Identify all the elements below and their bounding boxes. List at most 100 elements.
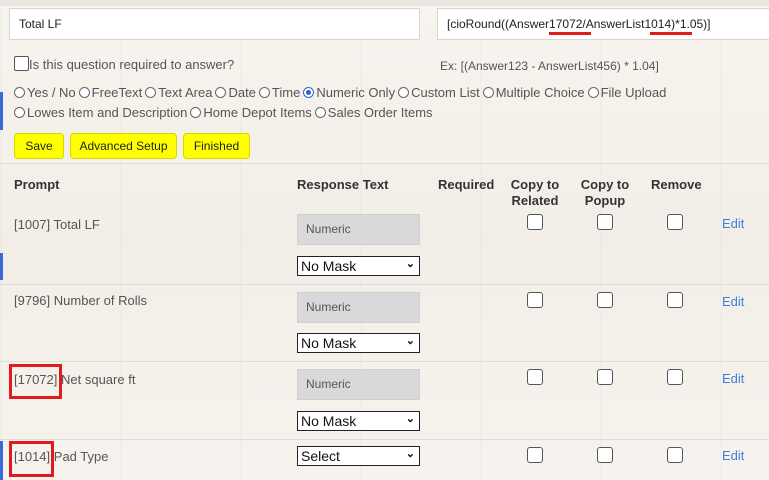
row-marker-bar [0, 253, 3, 280]
remove-checkbox[interactable] [667, 214, 683, 230]
divider [0, 163, 769, 164]
answer-type-option[interactable]: Numeric Only [303, 85, 395, 100]
copy-to-related-checkbox[interactable] [527, 447, 543, 463]
response-text-field[interactable]: Numeric [297, 369, 420, 400]
annotation-box-1014 [9, 441, 54, 477]
pad-type-select[interactable]: Select ⌄ [297, 446, 420, 466]
answer-type-label: Time [271, 85, 301, 100]
response-text-field[interactable]: Numeric [297, 292, 420, 323]
answer-type-label: Home Depot Items [203, 105, 312, 120]
question-editor: Total LF [cioRound((Answer17072/AnswerLi… [0, 0, 769, 480]
header-required: Required [438, 177, 495, 192]
copy-to-popup-checkbox[interactable] [597, 292, 613, 308]
radio-icon[interactable] [303, 87, 315, 98]
formula-part-5: *1.05)] [675, 17, 711, 31]
remove-checkbox[interactable] [667, 369, 683, 385]
annotation-underline-answer-id [549, 32, 591, 35]
radio-icon[interactable] [14, 107, 25, 118]
top-strip [0, 0, 769, 6]
answer-type-option[interactable]: File Upload [587, 85, 667, 100]
answer-type-option[interactable]: Custom List [398, 85, 480, 100]
required-checkbox-row[interactable]: Is this question required to answer? [14, 56, 234, 72]
radio-icon[interactable] [398, 87, 410, 98]
answer-type-option[interactable]: Lowes Item and Description [14, 105, 187, 120]
answer-type-options-line1: Yes / No FreeText Text Area Date Time Numeric… [14, 85, 669, 100]
mask-select[interactable]: No Mask ⌄ [297, 411, 420, 431]
answer-type-option[interactable]: FreeText [78, 85, 143, 100]
chevron-down-icon: ⌄ [405, 258, 415, 270]
row-label: Number of Rolls [53, 293, 147, 308]
copy-to-popup-checkbox[interactable] [597, 369, 613, 385]
answer-type-options-line2: Lowes Item and Description Home Depot Ite… [14, 105, 436, 120]
answer-type-option[interactable]: Sales Order Items [314, 105, 433, 120]
chevron-down-icon: ⌄ [405, 413, 415, 425]
save-button[interactable]: Save [14, 133, 64, 159]
answer-type-option[interactable]: Home Depot Items [190, 105, 312, 120]
copy-to-popup-checkbox[interactable] [597, 214, 613, 230]
answer-type-label: Text Area [158, 85, 213, 100]
row-divider [0, 439, 769, 440]
header-response-text: Response Text [297, 177, 389, 192]
copy-to-related-checkbox[interactable] [527, 214, 543, 230]
radio-icon[interactable] [482, 87, 494, 98]
header-remove: Remove [651, 177, 702, 192]
mask-select-value: No Mask [301, 413, 357, 429]
row-divider [0, 284, 769, 285]
chevron-down-icon: ⌄ [405, 335, 415, 347]
edit-link[interactable]: Edit [722, 216, 744, 231]
advanced-setup-button[interactable]: Advanced Setup [70, 133, 177, 159]
row-prompt-9796: [9796] Number of Rolls [14, 293, 147, 308]
remove-checkbox[interactable] [667, 292, 683, 308]
radio-icon[interactable] [78, 87, 90, 98]
copy-to-related-checkbox[interactable] [527, 292, 543, 308]
row-prompt-1007: [1007] Total LF [14, 217, 100, 232]
copy-to-popup-checkbox[interactable] [597, 447, 613, 463]
answer-type-label: File Upload [600, 85, 667, 100]
pad-type-select-value: Select [301, 448, 340, 464]
answer-type-label: Numeric Only [316, 85, 396, 100]
radio-icon[interactable] [14, 87, 25, 98]
answer-type-option[interactable]: Time [258, 85, 301, 100]
formula-part-3: /AnswerList [582, 17, 645, 31]
answer-type-option[interactable]: Text Area [145, 85, 212, 100]
row-label: Pad Type [53, 449, 109, 464]
copy-to-related-checkbox[interactable] [527, 369, 543, 385]
finished-button[interactable]: Finished [183, 133, 250, 159]
formula-example: Ex: [(Answer123 - AnswerList456) * 1.04] [440, 59, 659, 73]
answer-type-label: Sales Order Items [327, 105, 433, 120]
answer-type-label: Date [228, 85, 256, 100]
row-id: [1007] [14, 217, 51, 232]
answer-type-option[interactable]: Date [215, 85, 256, 100]
answer-type-label: FreeText [91, 85, 143, 100]
mask-select-value: No Mask [301, 258, 357, 274]
radio-icon[interactable] [314, 107, 326, 118]
mask-select[interactable]: No Mask ⌄ [297, 333, 420, 353]
row-divider [0, 361, 769, 362]
radio-icon[interactable] [145, 87, 157, 98]
formula-part-answer-id: 17072 [549, 17, 583, 31]
required-label: Is this question required to answer? [29, 57, 235, 72]
edit-link[interactable]: Edit [722, 448, 744, 463]
formula-part-1: [cioRound((Answer [447, 17, 550, 31]
edit-link[interactable]: Edit [722, 371, 744, 386]
answer-type-option[interactable]: Yes / No [14, 85, 76, 100]
edit-link[interactable]: Edit [722, 294, 744, 309]
answer-type-option[interactable]: Multiple Choice [482, 85, 585, 100]
response-text-field[interactable]: Numeric [297, 214, 420, 245]
prompt-text-input[interactable]: Total LF [9, 8, 420, 40]
formula-input[interactable]: [cioRound((Answer17072/AnswerList1014)*1… [437, 8, 769, 40]
header-prompt: Prompt [14, 177, 60, 192]
annotation-underline-list-id [650, 32, 692, 35]
radio-icon[interactable] [215, 87, 227, 98]
radio-icon[interactable] [258, 87, 270, 98]
radio-icon[interactable] [587, 87, 599, 98]
radio-icon[interactable] [190, 107, 202, 118]
answer-type-label: Lowes Item and Description [27, 105, 188, 120]
answer-type-label: Multiple Choice [495, 85, 585, 100]
row-label: Total LF [53, 217, 100, 232]
remove-checkbox[interactable] [667, 447, 683, 463]
row-label: Net square ft [61, 372, 136, 387]
chevron-down-icon: ⌄ [405, 448, 415, 460]
required-checkbox[interactable] [14, 56, 29, 71]
mask-select[interactable]: No Mask ⌄ [297, 256, 420, 276]
